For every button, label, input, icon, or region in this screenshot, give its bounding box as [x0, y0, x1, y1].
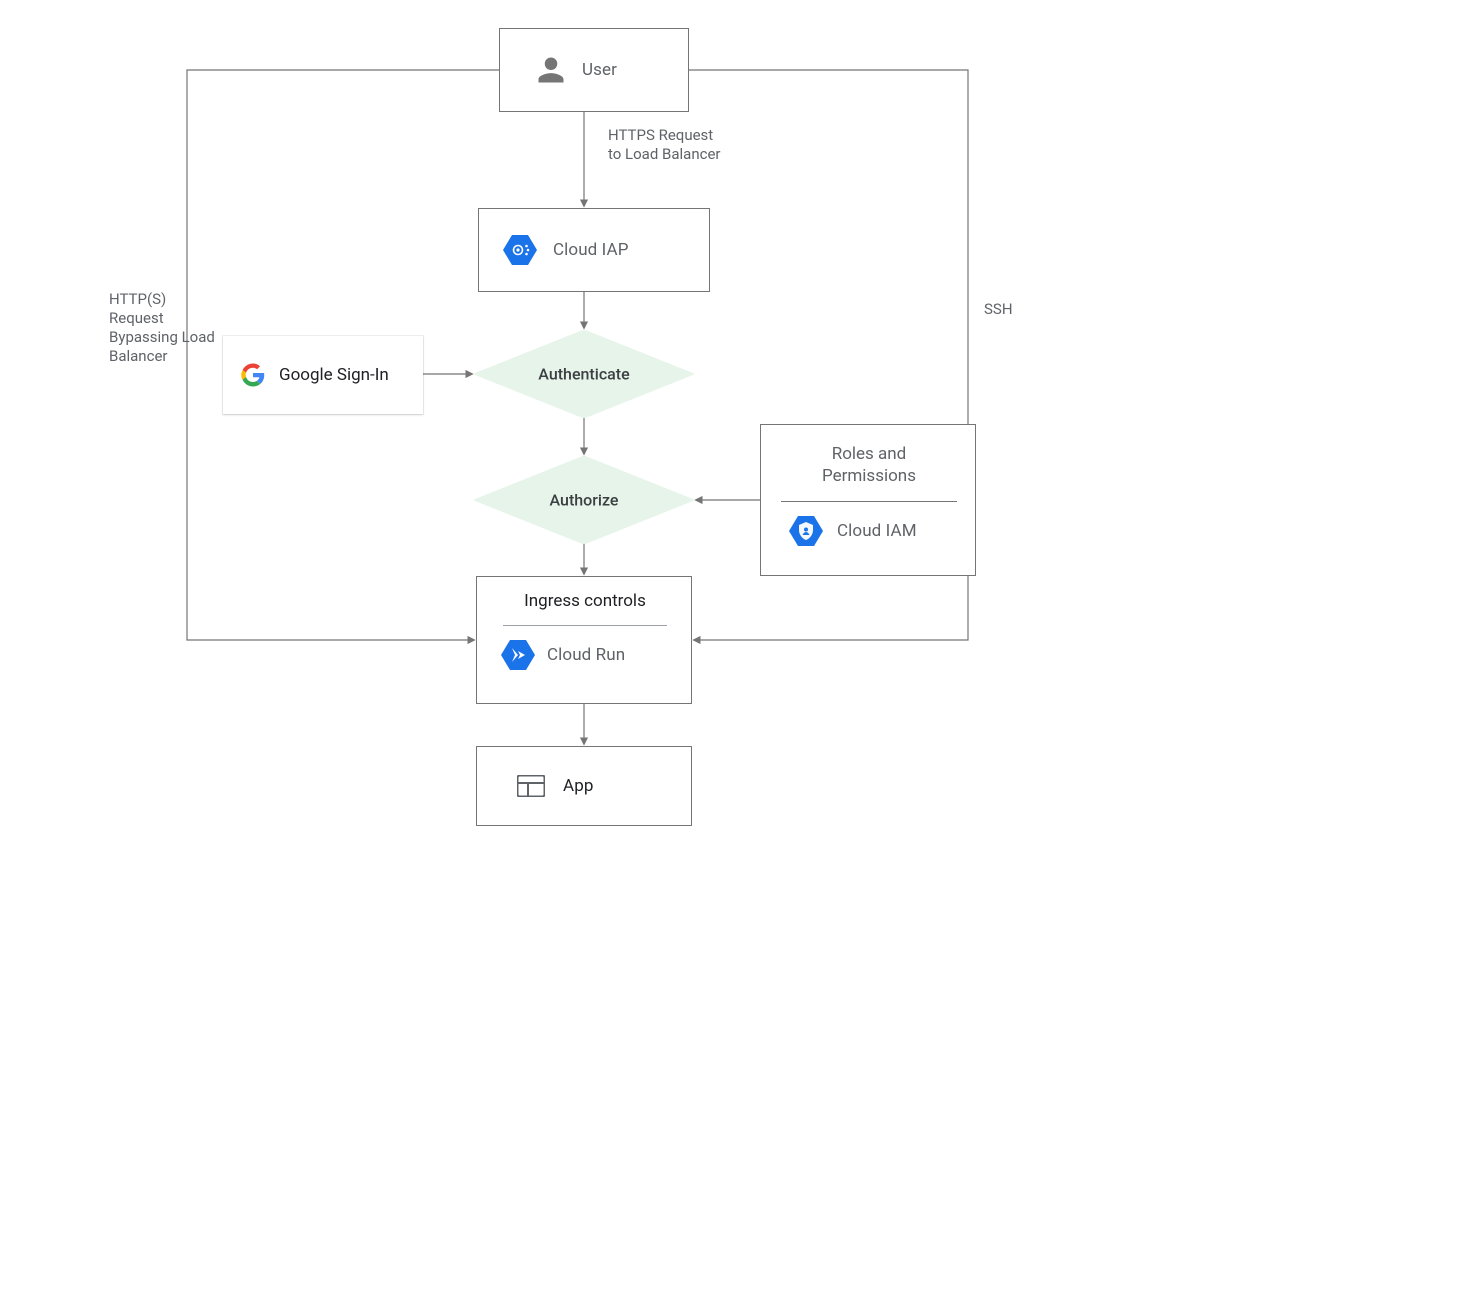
- node-user-label: User: [582, 60, 617, 80]
- section-divider: [503, 625, 667, 626]
- node-google-signin: Google Sign-In: [223, 336, 423, 414]
- google-logo-icon: [241, 363, 265, 387]
- section-divider: [781, 501, 957, 502]
- node-authenticate: Authenticate: [474, 330, 694, 418]
- node-authenticate-label: Authenticate: [474, 365, 694, 384]
- cloud-run-label: Cloud Run: [547, 645, 625, 665]
- roles-permissions-title: Roles and Permissions: [781, 443, 957, 487]
- node-authorize-label: Authorize: [474, 491, 694, 510]
- window-icon: [517, 775, 545, 797]
- cloud-iam-label: Cloud IAM: [837, 521, 917, 541]
- node-google-signin-label: Google Sign-In: [279, 365, 389, 385]
- node-user: User: [499, 28, 689, 112]
- cloud-iap-icon: [503, 235, 537, 265]
- ingress-controls-title: Ingress controls: [497, 591, 673, 611]
- cloud-run-icon: [501, 640, 535, 670]
- diagram-canvas: HTTPS Request to Load Balancer HTTP(S) R…: [0, 0, 1180, 880]
- user-icon: [536, 55, 566, 85]
- node-ingress-controls: Ingress controls Cloud Run: [476, 576, 692, 704]
- edge-label-https: HTTPS Request to Load Balancer: [608, 126, 721, 164]
- node-authorize: Authorize: [474, 456, 694, 544]
- edge-label-ssh: SSH: [984, 300, 1013, 319]
- node-app-label: App: [563, 776, 593, 796]
- node-cloud-iap-label: Cloud IAP: [553, 240, 629, 260]
- node-roles-permissions: Roles and Permissions Cloud IAM: [760, 424, 976, 576]
- edge-label-bypass: HTTP(S) Request Bypassing Load Balancer: [109, 290, 215, 366]
- cloud-iam-icon: [789, 516, 823, 546]
- node-cloud-iap: Cloud IAP: [478, 208, 710, 292]
- node-app: App: [476, 746, 692, 826]
